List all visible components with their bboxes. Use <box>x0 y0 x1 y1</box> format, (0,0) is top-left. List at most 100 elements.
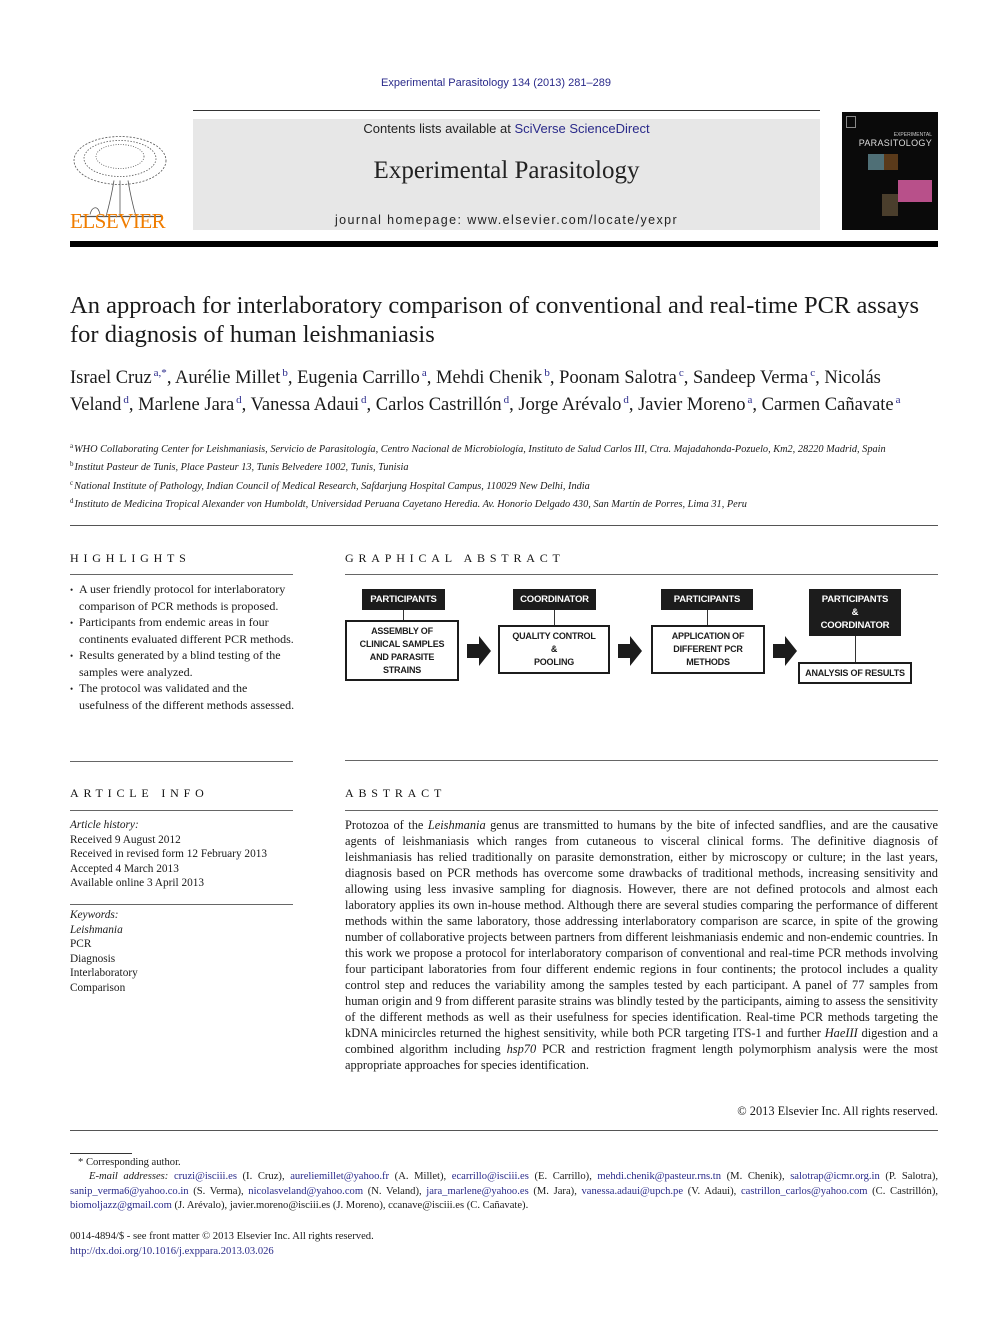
affiliation-key: a <box>70 442 74 450</box>
highlight-item: Results generated by a blind testing of … <box>70 647 296 680</box>
author-affiliation-mark[interactable]: d <box>623 394 629 406</box>
corresponding-author-note: * Corresponding author. <box>78 1157 181 1168</box>
highlights-rule-bottom <box>70 761 293 762</box>
history-received: Received 9 August 2012 <box>70 833 181 846</box>
author-name[interactable]: Poonam Salotra <box>559 368 677 388</box>
cover-photo-4 <box>882 194 898 216</box>
contents-prefix: Contents lists available at <box>363 121 515 136</box>
step-4-actor-box: PARTICIPANTS & COORDINATOR <box>809 589 901 636</box>
step-3-actor-box: PARTICIPANTS <box>661 589 753 610</box>
front-matter-text: 0014-4894/$ - see front matter © 2013 El… <box>70 1231 374 1242</box>
journal-homepage-link[interactable]: journal homepage: www.elsevier.com/locat… <box>193 213 820 227</box>
affiliation-key: d <box>70 496 74 505</box>
email-link[interactable]: ecarrillo@isciii.es <box>452 1171 529 1182</box>
affiliation-item: bInstitut Pasteur de Tunis, Place Pasteu… <box>70 457 940 475</box>
history-revised: Received in revised form 12 February 201… <box>70 848 268 860</box>
graphical-abstract-heading: GRAPHICAL ABSTRACT <box>345 551 565 565</box>
abstract-text-segment: Protozoa of the <box>345 818 428 832</box>
email-owner: (C. Castrillón) <box>872 1185 936 1197</box>
affiliation-list: aWHO Collaborating Center for Leishmania… <box>70 439 940 512</box>
abstract-copyright: © 2013 Elsevier Inc. All rights reserved… <box>737 1104 938 1118</box>
email-link[interactable]: mehdi.chenik@pasteur.rns.tn <box>597 1171 721 1182</box>
author-name[interactable]: Sandeep Verma <box>693 368 808 388</box>
affiliation-item: aWHO Collaborating Center for Leishmania… <box>70 439 940 457</box>
email-link[interactable]: sanip_verma6@yahoo.co.in <box>70 1186 189 1197</box>
graphical-abstract-rule-bottom <box>345 760 938 761</box>
author-name[interactable]: Carmen Cañavate <box>762 395 894 415</box>
author-name[interactable]: Marlene Jara <box>138 395 234 415</box>
author-affiliation-mark[interactable]: b <box>282 367 288 379</box>
affiliation-item: dInstituto de Medicina Tropical Alexande… <box>70 494 940 512</box>
author-affiliation-mark[interactable]: a <box>896 394 901 406</box>
footnotes: * Corresponding author. E-mail addresses… <box>70 1156 938 1213</box>
abstract-heading: ABSTRACT <box>345 786 447 800</box>
author-affiliation-mark[interactable]: d <box>123 394 129 406</box>
keyword: Interlaboratory <box>70 967 138 979</box>
email-owner: (I. Cruz) <box>242 1171 282 1183</box>
sciencedirect-link[interactable]: SciVerse ScienceDirect <box>514 121 649 136</box>
email-owner: (E. Carrillo) <box>534 1171 590 1183</box>
email-link[interactable]: aureliemillet@yahoo.fr <box>290 1171 389 1182</box>
author-affiliation-mark[interactable]: d <box>361 394 367 406</box>
author-affiliation-mark[interactable]: c <box>679 367 684 379</box>
author-affiliation-mark[interactable]: a <box>422 367 427 379</box>
email-link[interactable]: salotrap@icmr.org.in <box>790 1171 880 1182</box>
header-thick-rule <box>70 241 938 247</box>
author-name[interactable]: Javier Moreno <box>638 395 745 415</box>
cover-logo-icon <box>846 116 856 128</box>
author-name[interactable]: Israel Cruz <box>70 368 152 388</box>
affiliation-key: c <box>70 478 74 487</box>
step-4-connector <box>855 636 856 662</box>
highlights-list: A user friendly protocol for interlabora… <box>70 581 296 713</box>
email-owner: (P. Salotra) <box>885 1171 936 1183</box>
email-link[interactable]: cruzi@isciii.es <box>174 1171 237 1182</box>
author-name[interactable]: Jorge Arévalo <box>518 395 621 415</box>
footnote-rule <box>70 1153 132 1154</box>
flow-arrow-icon <box>618 636 642 666</box>
email-link[interactable]: biomoljazz@gmail.com <box>70 1200 172 1211</box>
flow-arrow-icon <box>773 636 797 666</box>
author-name[interactable]: Mehdi Chenik <box>436 368 542 388</box>
contents-line: Contents lists available at SciVerse Sci… <box>193 121 820 136</box>
author-affiliation-mark[interactable]: b <box>544 367 550 379</box>
cover-photo-2 <box>884 154 898 170</box>
article-info-rule-mid <box>70 904 293 905</box>
highlights-heading: HIGHLIGHTS <box>70 551 191 565</box>
affiliation-text: Institut Pasteur de Tunis, Place Pasteur… <box>74 462 409 474</box>
article-title: An approach for interlaboratory comparis… <box>70 292 920 348</box>
author-name[interactable]: Vanessa Adaui <box>251 395 359 415</box>
email-link: javier.moreno@isciii.es <box>229 1199 331 1211</box>
keyword: Leishmania <box>70 923 123 936</box>
cover-photo-1 <box>868 154 884 170</box>
author-list: Israel Cruz a,*, Aurélie Millet b, Eugenia… <box>70 367 901 415</box>
email-addresses: E-mail addresses: cruzi@isciii.es (I. Cr… <box>70 1171 939 1211</box>
author-name[interactable]: Aurélie Millet <box>175 368 280 388</box>
step-2-connector <box>554 610 555 625</box>
abstract-rule-bottom <box>70 1130 938 1131</box>
journal-cover-image[interactable]: EXPERIMENTAL PARASITOLOGY <box>842 112 938 230</box>
author-affiliation-mark[interactable]: d <box>504 394 510 406</box>
article-history: Article history: Received 9 August 2012 … <box>70 818 300 891</box>
email-link[interactable]: vanessa.adaui@upch.pe <box>582 1186 684 1197</box>
affiliation-text: WHO Collaborating Center for Leishmanias… <box>74 444 886 455</box>
highlights-rule-top <box>70 574 293 575</box>
author-affiliation-mark[interactable]: d <box>236 394 242 406</box>
elsevier-logo-text[interactable]: ELSEVIER <box>70 209 170 234</box>
email-link[interactable]: jara_marlene@yahoo.es <box>426 1186 528 1197</box>
email-link[interactable]: castrillon_carlos@yahoo.com <box>741 1186 868 1197</box>
step-1-connector <box>403 610 404 620</box>
journal-citation-link[interactable]: Experimental Parasitology 134 (2013) 281… <box>0 77 992 89</box>
step-1-task-box: ASSEMBLY OF CLINICAL SAMPLES AND PARASIT… <box>345 620 459 681</box>
email-link[interactable]: nicolasveland@yahoo.com <box>248 1186 363 1197</box>
doi-link[interactable]: http://dx.doi.org/10.1016/j.exppara.2013… <box>70 1246 274 1257</box>
author-name[interactable]: Eugenia Carrillo <box>297 368 420 388</box>
author-affiliation-mark[interactable]: c <box>810 367 815 379</box>
affiliation-key: b <box>70 460 74 469</box>
author-name[interactable]: Carlos Castrillón <box>376 395 502 415</box>
author-affiliation-mark[interactable]: a <box>747 394 752 406</box>
cover-title-large: PARASITOLOGY <box>858 138 932 148</box>
author-affiliation-mark[interactable]: a,* <box>154 367 167 379</box>
affiliation-rule <box>70 525 938 526</box>
affiliation-text: National Institute of Pathology, Indian … <box>74 480 590 492</box>
keyword: Diagnosis <box>70 952 116 965</box>
